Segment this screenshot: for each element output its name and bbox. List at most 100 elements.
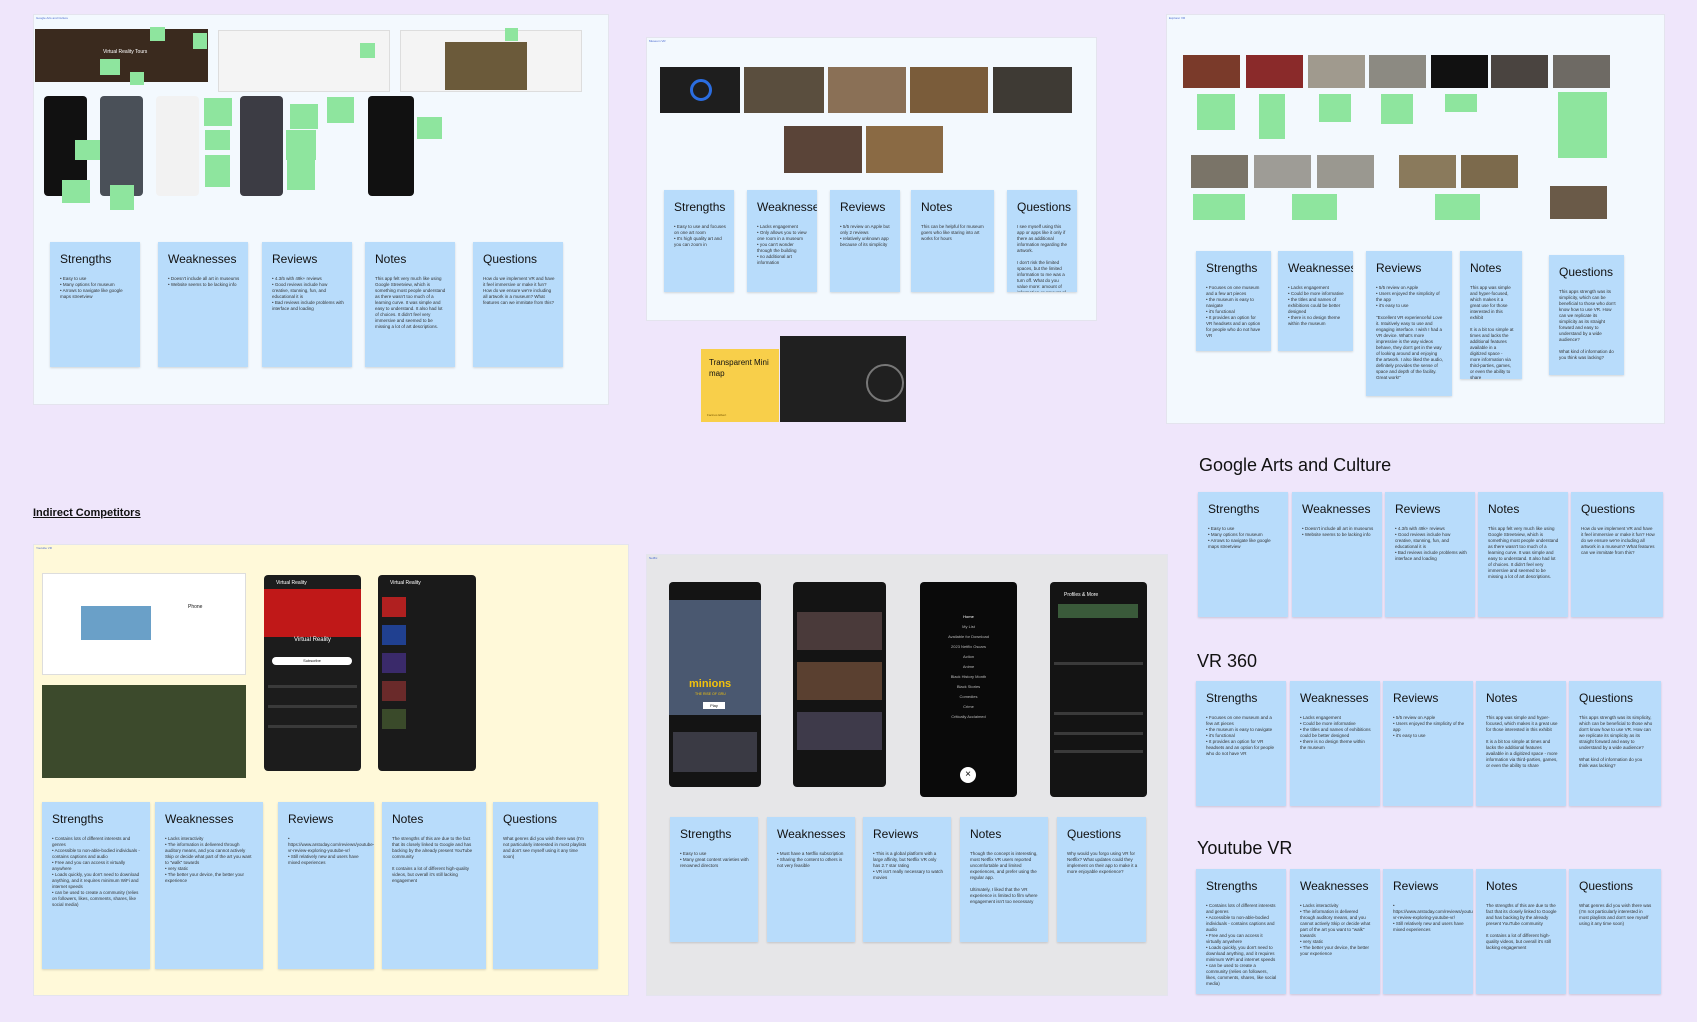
phone-screenshot[interactable]: [240, 96, 283, 196]
note-title: Reviews: [1395, 502, 1441, 516]
note-body: • Lacks engagement • Only allows you to …: [757, 224, 807, 265]
notes-note: Notes This app was simple and hyper-focus…: [1460, 251, 1522, 379]
art-grid-thumbnail[interactable]: [445, 42, 527, 90]
website-screenshot[interactable]: [218, 30, 390, 92]
vr-screenshot[interactable]: [1191, 155, 1248, 188]
notes-note: Notes The strengths of this are due to th…: [382, 802, 486, 969]
note-title: Notes: [970, 827, 1002, 841]
category-item[interactable]: Home: [920, 612, 1017, 622]
section-title: Google Arts and Culture: [1199, 455, 1392, 475]
note-title: Reviews: [840, 200, 886, 214]
annotation-note: [100, 59, 120, 75]
category-item[interactable]: Comedies: [920, 692, 1017, 702]
indirect-competitors-label[interactable]: Indirect Competitors: [33, 507, 141, 519]
category-item[interactable]: My List: [920, 622, 1017, 632]
transparent-minimap-sticky[interactable]: Transparent Mini map Facinos Elbert: [701, 349, 779, 422]
video-thumbnail: [81, 606, 151, 640]
note-body: How do we implement VR and have it feel …: [1581, 526, 1655, 555]
vr-screenshot[interactable]: [1461, 155, 1518, 188]
vr-screenshot[interactable]: [1491, 55, 1548, 88]
vr-screenshot[interactable]: [1246, 55, 1303, 88]
questions-note: Questions What genres did you wish there …: [493, 802, 598, 969]
netflix-phone-browse[interactable]: [793, 582, 886, 787]
vr-screenshot[interactable]: [1399, 155, 1456, 188]
phone-screenshot[interactable]: [100, 96, 143, 196]
youtube-phone-playlists[interactable]: Virtual Reality: [378, 575, 476, 771]
category-item[interactable]: Crime: [920, 702, 1017, 712]
screen-title: Profiles & More: [1064, 592, 1099, 598]
phone-screenshot[interactable]: [368, 96, 414, 196]
weaknesses-note: Weaknesses • Doesn't include all art in m…: [158, 242, 248, 367]
annotation-note: [205, 155, 230, 187]
vr-screenshot[interactable]: [1254, 155, 1311, 188]
strengths-note: Strengths • Easy to use • Many great cont…: [670, 817, 758, 942]
note-title: Notes: [921, 200, 953, 214]
screen-title: Virtual Reality: [390, 580, 421, 586]
hero-art: [669, 600, 761, 715]
note-title: Questions: [1579, 691, 1634, 705]
hero-subtitle: THE RISE OF GRU: [695, 692, 726, 696]
vr-screenshot[interactable]: [1308, 55, 1365, 88]
subscribe-button[interactable]: Subscribe: [272, 657, 352, 665]
museum-screenshot[interactable]: [784, 126, 862, 173]
vr-screenshot[interactable]: [1183, 55, 1240, 88]
vr-screenshot[interactable]: [1431, 55, 1488, 88]
close-icon[interactable]: ×: [960, 767, 976, 783]
note-body: • Easy to use • Many options for museum …: [60, 276, 123, 299]
notes-note: Notes This app was simple and hyper-focus…: [1476, 681, 1566, 806]
category-item[interactable]: Critically Acclaimed: [920, 712, 1017, 722]
playlist-thumb: [382, 709, 406, 729]
netflix-phone-home[interactable]: minions THE RISE OF GRU Play: [669, 582, 761, 787]
vr-screenshot[interactable]: [1553, 55, 1610, 88]
strengths-note: Strengths • Focuses on one museum and a f…: [1196, 251, 1271, 351]
museum-screenshot[interactable]: [866, 126, 943, 173]
youtube-phone-channel[interactable]: Virtual Reality Virtual Reality Subscrib…: [264, 575, 361, 771]
note-body: • Doesn't include all art in museums • W…: [1302, 526, 1374, 537]
category-item[interactable]: Action: [920, 652, 1017, 662]
note-body: • Doesn't include all art in museums • W…: [168, 276, 240, 287]
annotation-note: [290, 104, 318, 129]
category-item[interactable]: Available for Download: [920, 632, 1017, 642]
category-item[interactable]: 2023 Netflix Oscars: [920, 642, 1017, 652]
questions-note: Questions What genres did you wish there …: [1569, 869, 1661, 994]
annotation-note: [1197, 94, 1235, 130]
netflix-phone-categories[interactable]: Home My List Available for Download 2023…: [920, 582, 1017, 797]
board-tag: Explorer VR: [1169, 16, 1186, 20]
minimap-screenshot[interactable]: [780, 336, 906, 422]
annotation-note: [1381, 94, 1413, 124]
museum-screenshot[interactable]: [660, 67, 740, 113]
google-arts-hero-thumbnail[interactable]: Virtual Reality Tours: [35, 29, 208, 82]
note-title: Reviews: [1376, 261, 1422, 275]
note-title: Notes: [375, 252, 407, 266]
play-button[interactable]: Play: [703, 702, 725, 709]
category-item[interactable]: Black Stories: [920, 682, 1017, 692]
youtube-video-thumbnail[interactable]: [42, 685, 246, 778]
category-item[interactable]: Black History Month: [920, 672, 1017, 682]
netflix-phone-profiles[interactable]: Profiles & More: [1050, 582, 1147, 797]
note-title: Weaknesses: [168, 252, 237, 266]
note-body: • 5/5 review on Apple • Users enjoyed th…: [1376, 285, 1444, 380]
weaknesses-note: Weaknesses • Must have a Netflix subscrip…: [767, 817, 855, 942]
note-title: Strengths: [1206, 261, 1258, 275]
poster-row: [797, 662, 882, 700]
museum-screenshot[interactable]: [744, 67, 824, 113]
museum-screenshot[interactable]: [993, 67, 1072, 113]
category-item[interactable]: Anime: [920, 662, 1017, 672]
museum-screenshot[interactable]: [828, 67, 906, 113]
vr-screenshot[interactable]: [1369, 55, 1426, 88]
phone-screenshot[interactable]: [156, 96, 199, 196]
reviews-note: Reviews • https://www.arstoday.com/review…: [1383, 869, 1473, 994]
youtube-laptop-screenshot[interactable]: Phone: [42, 573, 246, 675]
annotation-note: [204, 98, 232, 126]
questions-note: Questions This apps strength was its simp…: [1549, 255, 1624, 375]
reviews-note: Reviews • 5/5 review on Apple but only 2 …: [830, 190, 900, 292]
note-title: Weaknesses: [777, 827, 846, 841]
note-body: Why would you forgo using VR for Netflix…: [1067, 851, 1138, 874]
blue-ring-graphic: [690, 79, 712, 101]
museum-screenshot[interactable]: [910, 67, 988, 113]
note-body: This can be helpful for museum goers who…: [921, 224, 984, 241]
vr-screenshot[interactable]: [1317, 155, 1374, 188]
vr-screenshot[interactable]: [1550, 186, 1607, 219]
note-title: Questions: [1559, 265, 1614, 279]
reviews-note: Reviews • 5/5 review on Apple • Users enj…: [1366, 251, 1452, 396]
